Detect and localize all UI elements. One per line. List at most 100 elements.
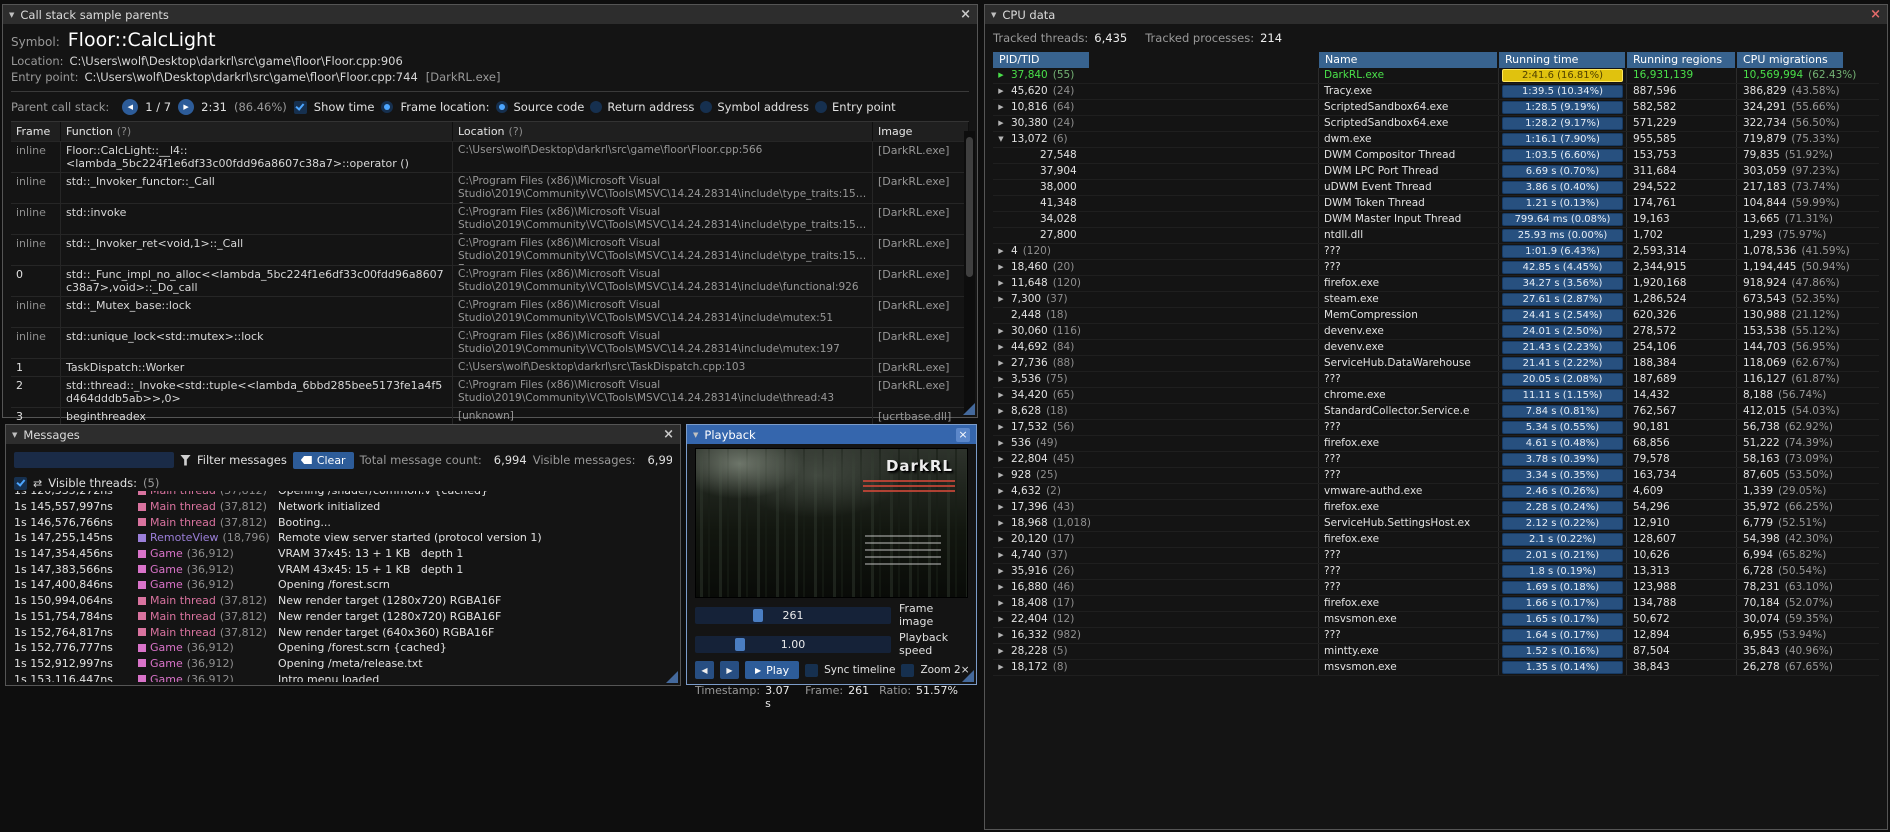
column-header-name[interactable]: Name bbox=[1319, 52, 1499, 68]
cpu-thread-row[interactable]: 41,348 DWM Token Thread 1.21 s (0.13%) 174,… bbox=[993, 196, 1879, 212]
expand-arrow-icon[interactable]: ▶ bbox=[996, 484, 1006, 499]
cpu-thread-row[interactable]: ▶ 28,228 (5) mintty.exe 1.52 s (0.16%) 87,504… bbox=[993, 644, 1879, 660]
cpu-thread-row[interactable]: 34,028 DWM Master Input Thread 799.64 ms (… bbox=[993, 212, 1879, 228]
expand-arrow-icon[interactable]: ▶ bbox=[996, 260, 1006, 275]
frame-location-option[interactable]: Return address bbox=[590, 100, 694, 114]
frame-location-option[interactable]: Source code bbox=[496, 100, 584, 114]
close-icon[interactable]: × bbox=[1870, 8, 1881, 21]
expand-arrow-icon[interactable]: ▶ bbox=[996, 500, 1006, 515]
cpu-thread-row[interactable]: ▶ 22,404 (12) msvsmon.exe 1.65 s (0.17%) 50,6… bbox=[993, 612, 1879, 628]
cpu-thread-row[interactable]: ▶ 8,628 (18) StandardCollector.Service.e 7.8… bbox=[993, 404, 1879, 420]
callstack-frame-row[interactable]: inline std::invoke C:\Program Files (x86)\… bbox=[11, 203, 969, 234]
zoom-checkbox[interactable] bbox=[901, 663, 915, 677]
expand-arrow-icon[interactable]: ▶ bbox=[996, 580, 1006, 595]
close-icon[interactable]: × bbox=[663, 428, 674, 441]
column-header-running-regions[interactable]: Running regions bbox=[1627, 52, 1737, 68]
collapse-arrow-icon[interactable]: ▼ bbox=[991, 11, 996, 19]
frame-slider-grab[interactable] bbox=[753, 608, 763, 622]
message-row[interactable]: 1s 152,912,997ns Game (36,912) Opening /met… bbox=[14, 656, 672, 672]
speed-slider-grab[interactable] bbox=[735, 637, 745, 651]
expand-arrow-icon[interactable]: ▶ bbox=[996, 468, 1006, 483]
expand-arrow-icon[interactable]: ▶ bbox=[996, 116, 1006, 131]
expand-arrow-icon[interactable]: ▶ bbox=[996, 84, 1006, 99]
sync-timeline-checkbox[interactable] bbox=[805, 663, 819, 677]
callstack-frame-row[interactable]: inline std::_Invoker_functor::_Call C:\Pro… bbox=[11, 172, 969, 203]
message-row[interactable]: 1s 153,116,447ns Game (36,912) Intro menu l… bbox=[14, 671, 672, 682]
expand-arrow-icon[interactable]: ▶ bbox=[996, 340, 1006, 355]
collapse-arrow-icon[interactable]: ▼ bbox=[996, 132, 1006, 147]
expand-arrow-icon[interactable]: ▶ bbox=[996, 324, 1006, 339]
frame-location-option[interactable]: Entry point bbox=[815, 100, 896, 114]
expand-arrow-icon[interactable]: ▶ bbox=[996, 436, 1006, 451]
cpu-thread-row[interactable]: ▶ 45,620 (24) Tracy.exe 1:39.5 (10.34%) 887,5… bbox=[993, 84, 1879, 100]
collapse-arrow-icon[interactable]: ▼ bbox=[12, 431, 17, 439]
cpu-thread-row[interactable]: ▶ 16,880 (46)??? 1.69 s (0.18%) 123,988 78,23… bbox=[993, 580, 1879, 596]
next-parent-button[interactable]: ▶ bbox=[178, 99, 195, 115]
callstack-frame-row[interactable]: 3 beginthreadex [unknown] [ucrtbase.dll] bbox=[11, 407, 969, 425]
collapse-arrow-icon[interactable]: ▼ bbox=[693, 431, 698, 439]
cpu-thread-row[interactable]: ▶ 17,532 (56)??? 5.34 s (0.55%) 90,181 56,738… bbox=[993, 420, 1879, 436]
cpu-thread-row[interactable]: ▶ 35,916 (26)??? 1.8 s (0.19%) 13,313 6,728 (5… bbox=[993, 564, 1879, 580]
cpu-thread-row[interactable]: ▶ 30,060 (116) devenv.exe 24.01 s (2.50%) 278… bbox=[993, 324, 1879, 340]
cpu-thread-row[interactable]: 38,000 uDWM Event Thread 3.86 s (0.40%) 294… bbox=[993, 180, 1879, 196]
visible-threads-checkbox[interactable] bbox=[14, 476, 27, 490]
cpu-thread-row[interactable]: ▶ 4 (120)??? 1:01.9 (6.43%) 2,593,314 1,078,5… bbox=[993, 244, 1879, 260]
close-icon[interactable]: × bbox=[960, 8, 971, 21]
message-row[interactable]: 1s 120,335,272ns Main thread (37,812) Openi… bbox=[14, 491, 672, 499]
collapse-arrow-icon[interactable]: ▼ bbox=[9, 11, 14, 19]
cpu-thread-row[interactable]: 27,800 ntdll.dll 25.93 ms (0.00%) 1,702 1,29… bbox=[993, 228, 1879, 244]
expand-arrow-icon[interactable]: ▶ bbox=[996, 548, 1006, 563]
callstack-frame-row[interactable]: inline std::_Mutex_base::lock C:\Program F… bbox=[11, 296, 969, 327]
cpu-thread-row[interactable]: ▶ 4,740 (37)??? 2.01 s (0.21%) 10,626 6,994 (6… bbox=[993, 548, 1879, 564]
expand-arrow-icon[interactable]: ▶ bbox=[996, 388, 1006, 403]
column-header-function[interactable]: Function (?) bbox=[61, 122, 453, 141]
speed-slider[interactable]: 1.00 bbox=[695, 635, 891, 653]
column-header-frame[interactable]: Frame bbox=[11, 122, 61, 141]
next-frame-button[interactable]: ▶ bbox=[720, 661, 739, 679]
frame-location-option[interactable]: Symbol address bbox=[700, 100, 809, 114]
message-row[interactable]: 1s 151,754,784ns Main thread (37,812) New r… bbox=[14, 609, 672, 625]
cpu-thread-row[interactable]: ▶ 18,172 (8) msvsmon.exe 1.35 s (0.14%) 38,84… bbox=[993, 660, 1879, 676]
cpu-thread-row[interactable]: 27,548 DWM Compositor Thread 1:03.5 (6.60%… bbox=[993, 148, 1879, 164]
resize-grip[interactable] bbox=[666, 671, 678, 683]
cpu-thread-row[interactable]: ▶ 17,396 (43) firefox.exe 2.28 s (0.24%) 54,2… bbox=[993, 500, 1879, 516]
expand-arrow-icon[interactable]: ▶ bbox=[996, 564, 1006, 579]
expand-arrow-icon[interactable]: ▶ bbox=[996, 276, 1006, 291]
column-header-location[interactable]: Location (?) bbox=[453, 122, 873, 141]
message-row[interactable]: 1s 152,776,777ns Game (36,912) Opening /for… bbox=[14, 640, 672, 656]
clear-button[interactable]: Clear bbox=[292, 451, 354, 469]
cpu-thread-row[interactable]: ▶ 27,736 (88) ServiceHub.DataWarehouse 21.41… bbox=[993, 356, 1879, 372]
cpu-thread-row[interactable]: ▶ 18,408 (17) firefox.exe 1.66 s (0.17%) 134,… bbox=[993, 596, 1879, 612]
callstack-frame-row[interactable]: inline Floor::CalcLight::__l4::<lambda_5b… bbox=[11, 141, 969, 172]
cpu-thread-row[interactable]: ▶ 928 (25)??? 3.34 s (0.35%) 163,734 87,605 (5… bbox=[993, 468, 1879, 484]
cpu-thread-row[interactable]: ▶ 34,420 (65) chrome.exe 11.11 s (1.15%) 14,4… bbox=[993, 388, 1879, 404]
cpu-thread-row[interactable]: ▶ 536 (49) firefox.exe 4.61 s (0.48%) 68,856 5… bbox=[993, 436, 1879, 452]
expand-arrow-icon[interactable]: ▶ bbox=[996, 660, 1006, 675]
callstack-frame-row[interactable]: 2 std::thread::_Invoke<std::tuple<<lambda… bbox=[11, 376, 969, 407]
cpu-thread-row[interactable]: ▶ 44,692 (84) devenv.exe 21.43 s (2.23%) 254,… bbox=[993, 340, 1879, 356]
expand-arrow-icon[interactable]: ▶ bbox=[996, 452, 1006, 467]
expand-arrow-icon[interactable]: ▶ bbox=[996, 516, 1006, 531]
callstack-titlebar[interactable]: ▼ Call stack sample parents × bbox=[3, 5, 977, 24]
message-row[interactable]: 1s 147,400,846ns Game (36,912) Opening /for… bbox=[14, 577, 672, 593]
show-time-checkbox[interactable] bbox=[293, 100, 307, 114]
shuffle-icon[interactable]: ⇄ bbox=[33, 477, 42, 490]
play-button[interactable]: ▶ Play bbox=[745, 661, 800, 679]
message-row[interactable]: 1s 147,354,456ns Game (36,912) VRAM 37x45: … bbox=[14, 546, 672, 562]
cpu-thread-row[interactable]: 2,448 (18) MemCompression 24.41 s (2.54%) 62… bbox=[993, 308, 1879, 324]
close-icon[interactable]: × bbox=[956, 427, 970, 442]
playback-titlebar[interactable]: ▼ Playback × bbox=[687, 425, 976, 444]
expand-arrow-icon[interactable]: ▶ bbox=[996, 596, 1006, 611]
expand-arrow-icon[interactable]: ▶ bbox=[996, 356, 1006, 371]
cpu-titlebar[interactable]: ▼ CPU data × bbox=[985, 5, 1887, 24]
expand-arrow-icon[interactable]: ▶ bbox=[996, 372, 1006, 387]
column-header-running-time[interactable]: Running time bbox=[1499, 52, 1627, 68]
frame-slider[interactable]: 261 bbox=[695, 606, 891, 624]
expand-arrow-icon[interactable]: ▶ bbox=[996, 420, 1006, 435]
callstack-frame-row[interactable]: inline std::_Invoker_ret<void,1>::_Call C:… bbox=[11, 234, 969, 265]
messages-titlebar[interactable]: ▼ Messages × bbox=[6, 425, 680, 444]
prev-parent-button[interactable]: ◀ bbox=[122, 99, 139, 115]
prev-frame-button[interactable]: ◀ bbox=[695, 661, 714, 679]
expand-arrow-icon[interactable]: ▶ bbox=[996, 612, 1006, 627]
message-row[interactable]: 1s 146,576,766ns Main thread (37,812) Booti… bbox=[14, 514, 672, 530]
